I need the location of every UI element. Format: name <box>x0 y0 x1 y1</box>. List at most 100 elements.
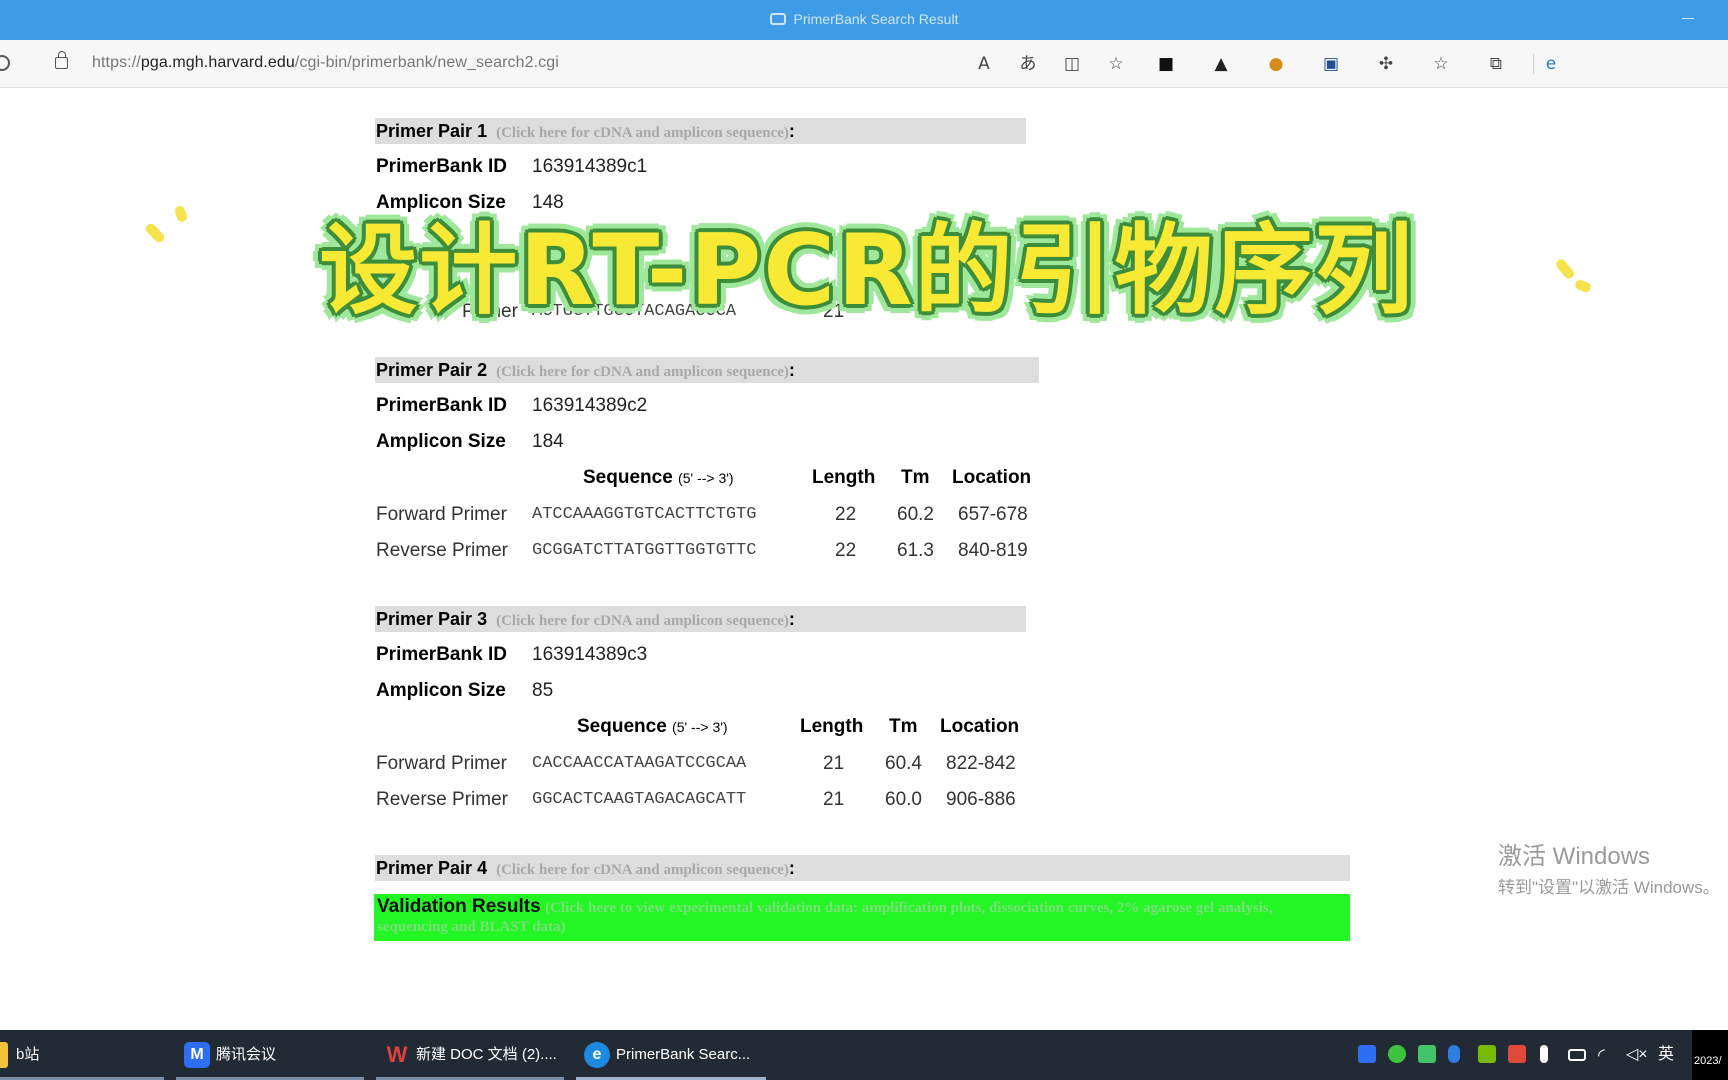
primer-pair-header: Primer Pair 3 (Click here for cDNA and a… <box>375 606 1026 632</box>
colon: : <box>788 609 795 629</box>
edge-icon: e <box>584 1042 610 1069</box>
location-column-header: Location <box>952 467 1032 488</box>
url-field[interactable]: https://pga.mgh.harvard.edu/cgi-bin/prim… <box>92 54 559 72</box>
add-favorite-icon[interactable]: ☆ <box>1105 53 1127 75</box>
watermark-line1: 激活 Windows <box>1498 843 1651 870</box>
bluetooth-icon[interactable] <box>1448 1045 1460 1063</box>
taskbar-item-tencent-meeting[interactable]: M 腾讯会议 <box>176 1030 364 1080</box>
reverse-primer-tm: 61.3 <box>897 540 934 561</box>
video-caption-overlay: 设计RT-PCR的引物序列 <box>222 206 1512 346</box>
colon: : <box>788 858 795 878</box>
tab-icon <box>769 13 786 25</box>
clock[interactable]: 2023/ <box>1692 1030 1728 1080</box>
reverse-primer-length: 21 <box>823 789 845 810</box>
taskbar-item-label: PrimerBank Searc... <box>616 1046 751 1063</box>
app-tray-icon[interactable] <box>1508 1045 1526 1063</box>
pair-label: Primer Pair <box>376 360 473 380</box>
microphone-icon[interactable] <box>1540 1045 1548 1063</box>
tencent-meeting-tray-icon[interactable] <box>1358 1045 1376 1063</box>
direction-note: (5' --> 3') <box>678 470 734 486</box>
pair-label: Primer Pair <box>376 609 473 629</box>
colon: : <box>788 360 795 380</box>
direction-note: (5' --> 3') <box>672 719 728 735</box>
watermark-line2: 转到"设置"以激活 Windows。 <box>1498 878 1720 897</box>
primer-pair-header: Primer Pair 2 (Click here for cDNA and a… <box>375 357 1039 383</box>
forward-primer-sequence: ATCCAAAGGTGTCACTTCTGTG <box>532 505 757 524</box>
translate-icon[interactable]: あ <box>1017 53 1039 75</box>
window-titlebar: PrimerBank Search Result <box>0 0 1728 40</box>
reverse-primer-length: 22 <box>835 540 857 561</box>
wechat-tray-icon[interactable] <box>1388 1045 1406 1063</box>
wps-icon: W <box>386 1042 408 1068</box>
reverse-primer-label: Reverse Primer <box>376 789 508 810</box>
edge-icon[interactable]: e <box>1540 53 1562 75</box>
amplicon-size-value: 184 <box>532 431 564 452</box>
reverse-primer-sequence: GGCACTCAAGTAGACAGCATT <box>532 790 747 809</box>
lock-icon[interactable] <box>55 51 68 69</box>
read-aloud-icon[interactable]: A <box>973 53 995 75</box>
taskbar-item-label: b站 <box>16 1046 40 1063</box>
sequence-column-header: Sequence (5' --> 3') <box>583 467 734 489</box>
pair-number: 4 <box>477 858 488 878</box>
length-column-header: Length <box>800 716 864 737</box>
wifi-icon[interactable]: ◜ <box>1598 1030 1605 1080</box>
window-title: PrimerBank Search Result <box>793 11 959 27</box>
reverse-primer-tm: 60.0 <box>885 789 922 810</box>
tm-column-header: Tm <box>901 467 930 488</box>
collections-icon[interactable]: ⧉ <box>1485 53 1507 75</box>
extension-icon[interactable]: ● <box>1265 53 1287 75</box>
taskbar-item-wps[interactable]: W 新建 DOC 文档 (2).... <box>376 1030 564 1080</box>
sequence-header-text: Sequence <box>577 716 667 737</box>
forward-primer-tm: 60.4 <box>885 753 922 774</box>
forward-primer-sequence: CACCAACCATAAGATCCGCAA <box>532 754 747 773</box>
reload-icon[interactable] <box>0 55 10 71</box>
nvidia-icon[interactable] <box>1478 1045 1496 1063</box>
pair-label: Primer Pair <box>376 858 473 878</box>
cdna-link[interactable]: (Click here for cDNA and amplicon sequen… <box>496 613 789 629</box>
battery-icon[interactable] <box>1568 1049 1586 1061</box>
extension-icon[interactable]: ■ <box>1155 53 1177 75</box>
cdna-link[interactable]: (Click here for cDNA and amplicon sequen… <box>496 862 789 878</box>
reverse-primer-label: Reverse Primer <box>376 540 508 561</box>
extensions-icon[interactable]: ✣ <box>1375 53 1397 75</box>
pair-number: 3 <box>477 609 488 629</box>
split-screen-icon[interactable]: ◫ <box>1061 53 1083 75</box>
url-prefix: https:// <box>92 54 141 71</box>
amplicon-size-label: Amplicon Size <box>376 680 506 701</box>
validation-results-banner: Validation Results (Click here to view e… <box>374 894 1350 941</box>
url-path: /cgi-bin/primerbank/new_search2.cgi <box>294 54 559 71</box>
forward-primer-label: Forward Primer <box>376 753 507 774</box>
bilibili-icon <box>0 1042 8 1069</box>
validation-title: Validation Results <box>377 896 541 917</box>
pair-label: Primer Pair <box>376 121 473 141</box>
reverse-primer-location: 906-886 <box>946 789 1016 810</box>
forward-primer-length: 21 <box>823 753 845 774</box>
minimize-icon[interactable] <box>1682 18 1694 19</box>
extension-icon[interactable]: ▣ <box>1320 53 1342 75</box>
primer-pair-header: Primer Pair 1 (Click here for cDNA and a… <box>375 118 1026 144</box>
primerbank-id-label: PrimerBank ID <box>376 156 507 177</box>
extension-icon[interactable]: ▲ <box>1210 53 1232 75</box>
forward-primer-label: Forward Primer <box>376 504 507 525</box>
forward-primer-location: 657-678 <box>958 504 1028 525</box>
sequence-header-text: Sequence <box>583 467 673 488</box>
primerbank-id-label: PrimerBank ID <box>376 395 507 416</box>
cdna-link[interactable]: (Click here for cDNA and amplicon sequen… <box>496 125 789 141</box>
favorites-icon[interactable]: ☆ <box>1430 53 1452 75</box>
activation-watermark: 激活 Windows 转到"设置"以激活 Windows。 <box>1498 836 1720 898</box>
taskbar-item-bilibili[interactable]: b站 <box>0 1030 164 1080</box>
input-method-indicator[interactable]: 英 <box>1658 1030 1674 1080</box>
amplicon-size-label: Amplicon Size <box>376 431 506 452</box>
sequence-column-header: Sequence (5' --> 3') <box>577 716 728 738</box>
amplicon-size-value: 85 <box>532 680 554 701</box>
window-title-wrap: PrimerBank Search Result <box>0 11 1728 27</box>
tm-column-header: Tm <box>889 716 918 737</box>
primerbank-id-value: 163914389c3 <box>532 644 648 665</box>
taskbar-item-edge[interactable]: e PrimerBank Searc... <box>576 1030 766 1080</box>
app-tray-icon[interactable] <box>1418 1045 1436 1063</box>
cdna-link[interactable]: (Click here for cDNA and amplicon sequen… <box>496 364 789 380</box>
volume-muted-icon[interactable]: ◁× <box>1626 1030 1648 1080</box>
reverse-primer-location: 840-819 <box>958 540 1028 561</box>
primer-pair-header: Primer Pair 4 (Click here for cDNA and a… <box>375 855 1350 881</box>
length-column-header: Length <box>812 467 876 488</box>
